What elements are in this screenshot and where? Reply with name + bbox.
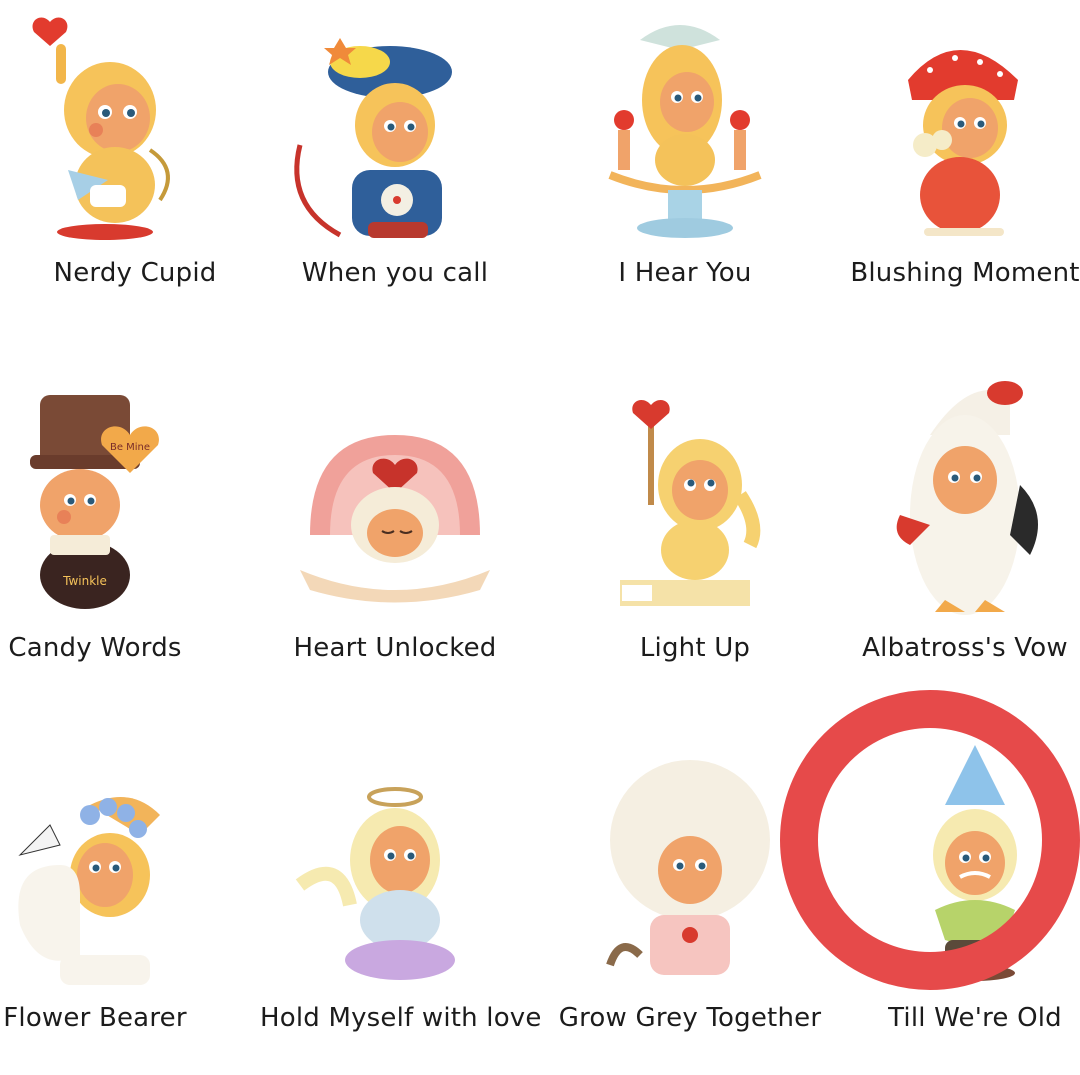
figure-name: Blushing Moment	[850, 258, 1080, 288]
svg-text:Be Mine: Be Mine	[110, 442, 150, 453]
figure-card-albatross-vow[interactable]: Albatross's Vow	[830, 375, 1080, 705]
figure-card-blushing-moment[interactable]: Blushing Moment	[830, 0, 1080, 330]
figure-card-till-were-old[interactable]: Till We're Old	[840, 745, 1080, 1075]
figure-image	[555, 745, 825, 995]
figure-image	[560, 375, 830, 625]
figure-name: Candy Words	[8, 633, 182, 663]
figure-name: I Hear You	[618, 258, 752, 288]
figure-name: Till We're Old	[888, 1003, 1062, 1033]
figure-name: When you call	[301, 258, 489, 288]
figure-image	[840, 745, 1080, 995]
figure-card-candy-words[interactable]: Twinkle Be Mine Candy Words	[0, 375, 230, 705]
figure-grid: Nerdy Cupid When you call I Hear You Blu…	[0, 0, 1080, 1040]
figure-image	[260, 375, 530, 625]
figure-image	[0, 745, 230, 995]
figure-card-heart-unlocked[interactable]: Heart Unlocked	[260, 375, 530, 705]
figure-name: Light Up	[639, 633, 751, 663]
figure-card-hold-myself[interactable]: Hold Myself with love	[260, 745, 542, 1075]
figure-card-nerdy-cupid[interactable]: Nerdy Cupid	[0, 0, 270, 330]
figure-image	[830, 0, 1080, 250]
figure-name: Hold Myself with love	[260, 1003, 542, 1033]
figure-image	[0, 0, 270, 250]
svg-text:Twinkle: Twinkle	[62, 574, 107, 588]
figure-image	[830, 375, 1080, 625]
figure-name: Nerdy Cupid	[53, 258, 217, 288]
figure-image	[260, 745, 530, 995]
figure-card-light-up[interactable]: Light Up	[560, 375, 830, 705]
figure-image: Twinkle Be Mine	[0, 375, 230, 625]
figure-name: Albatross's Vow	[862, 633, 1068, 663]
figure-card-i-hear-you[interactable]: I Hear You	[550, 0, 820, 330]
figure-name: Flower Bearer	[3, 1003, 187, 1033]
figure-card-grow-grey-together[interactable]: Grow Grey Together	[555, 745, 825, 1075]
figure-name: Grow Grey Together	[558, 1003, 822, 1033]
figure-card-when-you-call[interactable]: When you call	[260, 0, 530, 330]
figure-image	[550, 0, 820, 250]
figure-card-flower-bearer[interactable]: Flower Bearer	[0, 745, 230, 1075]
figure-name: Heart Unlocked	[293, 633, 497, 663]
figure-image	[260, 0, 530, 250]
